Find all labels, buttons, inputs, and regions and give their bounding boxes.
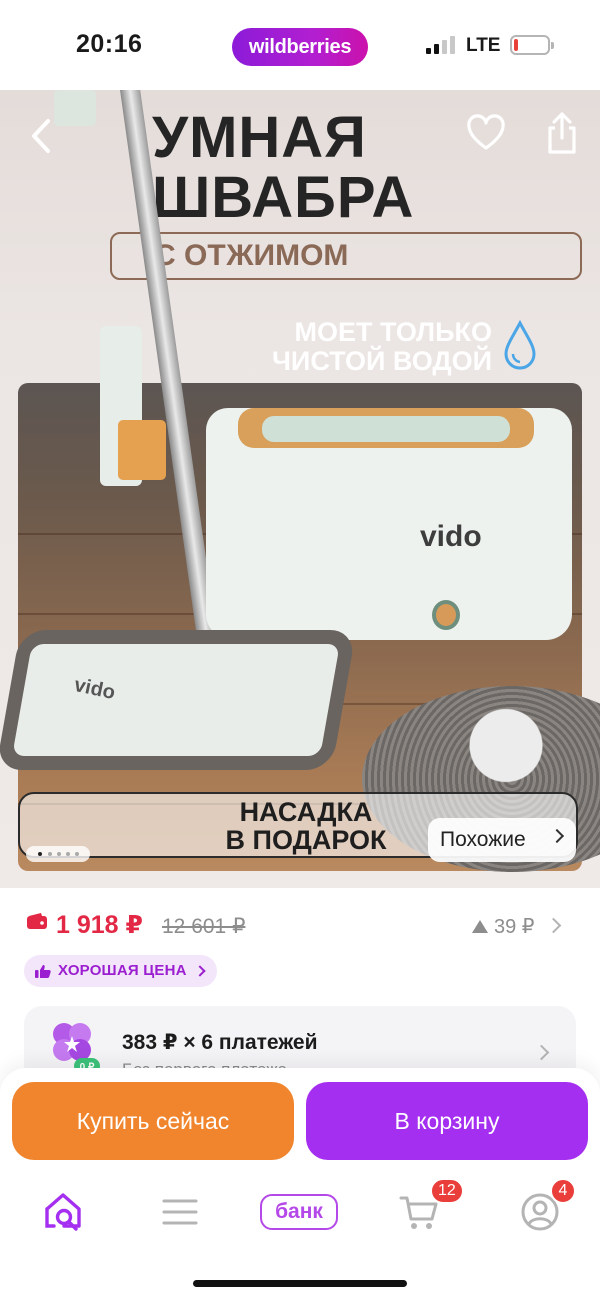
similar-products-label: Похожие — [440, 828, 526, 851]
triangle-up-icon — [472, 920, 488, 933]
buy-now-button[interactable]: Купить сейчас — [12, 1082, 294, 1160]
current-price: 1 918 ₽ — [56, 911, 143, 939]
chevron-right-icon — [549, 828, 565, 844]
product-image-subtitle: С ОТЖИМОМ — [110, 232, 582, 280]
product-image-title: УМНАЯ ШВАБРА — [152, 105, 415, 230]
old-price: 12 601 ₽ — [162, 915, 246, 938]
good-price-badge[interactable]: ХОРОШАЯ ЦЕНА — [24, 955, 217, 987]
home-search-icon — [45, 1193, 81, 1231]
cart-count-badge: 12 — [430, 1178, 464, 1204]
mop-clamp-image — [118, 420, 166, 480]
price-change-value: 39 ₽ — [494, 916, 535, 938]
carousel-pagination[interactable] — [26, 846, 90, 862]
product-image-carousel[interactable]: УМНАЯ ШВАБРА С ОТЖИМОМ МОЕТ ТОЛЬКО ЧИСТО… — [0, 90, 600, 888]
add-to-cart-button[interactable]: В корзину — [306, 1082, 588, 1160]
mop-handle-image — [54, 90, 96, 126]
profile-notification-badge: 4 — [550, 1178, 576, 1204]
wallet-icon — [27, 913, 47, 929]
home-indicator — [193, 1280, 407, 1287]
heart-icon[interactable] — [466, 114, 506, 154]
tab-home-search[interactable] — [42, 1190, 86, 1234]
signal-icon — [426, 36, 456, 54]
price-change[interactable]: 39 ₽ — [472, 914, 535, 939]
mop-head-image — [0, 630, 357, 770]
menu-icon — [162, 1199, 198, 1225]
share-icon[interactable] — [542, 110, 582, 156]
installment-title: 383 ₽ × 6 платежей — [122, 1031, 318, 1054]
bucket-tap-image — [432, 600, 460, 630]
network-label: LTE — [466, 35, 501, 56]
status-time: 20:16 — [76, 30, 143, 58]
tab-catalog[interactable] — [158, 1190, 202, 1234]
good-price-label: ХОРОШАЯ ЦЕНА — [58, 962, 187, 979]
water-drop-icon — [504, 320, 536, 370]
chevron-right-icon — [533, 1044, 550, 1061]
status-bar: 20:16 wildberries LTE — [0, 0, 600, 90]
bucket-brand-label: vido — [420, 520, 482, 553]
brand-logo-pill[interactable]: wildberries — [232, 28, 368, 66]
chevron-right-icon — [193, 965, 206, 977]
battery-icon — [510, 35, 554, 55]
tab-bank[interactable]: банк — [260, 1194, 338, 1230]
gift-promo-text: НАСАДКА В ПОДАРОК — [225, 797, 387, 855]
thumbs-up-icon — [35, 965, 51, 978]
installment-clover-icon: 0 ₽ — [53, 1023, 100, 1074]
back-arrow-icon[interactable] — [26, 116, 58, 156]
water-caption: МОЕТ ТОЛЬКО ЧИСТОЙ ВОДОЙ — [271, 317, 492, 376]
similar-products-button[interactable]: Похожие — [428, 818, 576, 862]
